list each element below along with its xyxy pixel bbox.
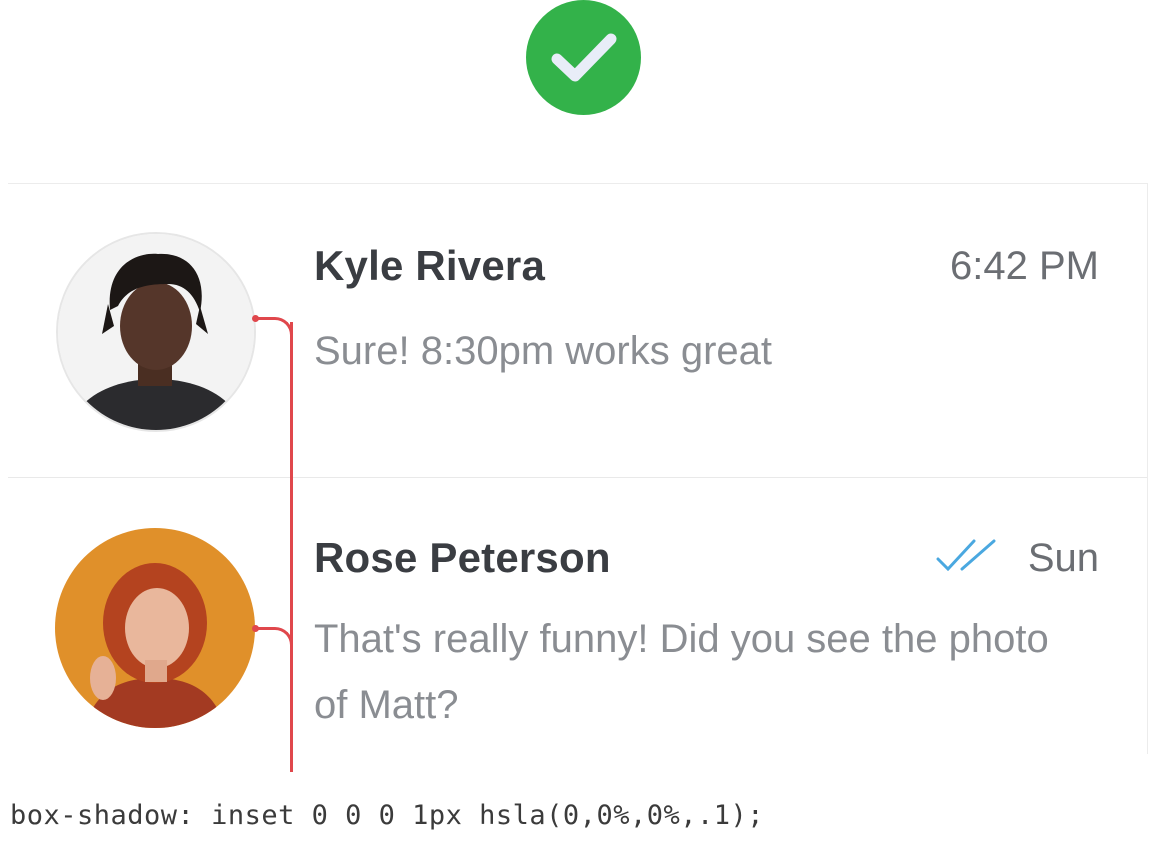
css-code-caption: box-shadow: inset 0 0 0 1px hsla(0,0%,0%… — [10, 800, 764, 831]
annotation-dot — [252, 315, 259, 322]
conversation-list: Kyle Rivera 6:42 PM Sure! 8:30pm works g… — [8, 183, 1148, 754]
contact-name: Rose Peterson — [314, 534, 611, 581]
screenshot-stage: Kyle Rivera 6:42 PM Sure! 8:30pm works g… — [0, 0, 1166, 867]
annotation-line — [290, 322, 293, 772]
conversation-row[interactable]: Kyle Rivera 6:42 PM Sure! 8:30pm works g… — [8, 184, 1147, 478]
double-check-icon — [934, 536, 1004, 581]
conversation-row[interactable]: Rose Peterson Sun That's really funny! D… — [8, 478, 1147, 754]
message-time: 6:42 PM — [950, 244, 1099, 288]
contact-name: Kyle Rivera — [314, 242, 546, 289]
annotation-dot — [252, 625, 259, 632]
avatar[interactable] — [56, 232, 256, 432]
timestamp: Sun — [934, 536, 1099, 581]
avatar[interactable] — [55, 528, 255, 728]
message-time: Sun — [1027, 536, 1099, 580]
timestamp: 6:42 PM — [950, 244, 1099, 289]
message-preview: That's really funny! Did you see the pho… — [314, 617, 1049, 727]
message-preview: Sure! 8:30pm works great — [314, 329, 772, 373]
check-icon — [526, 0, 641, 115]
